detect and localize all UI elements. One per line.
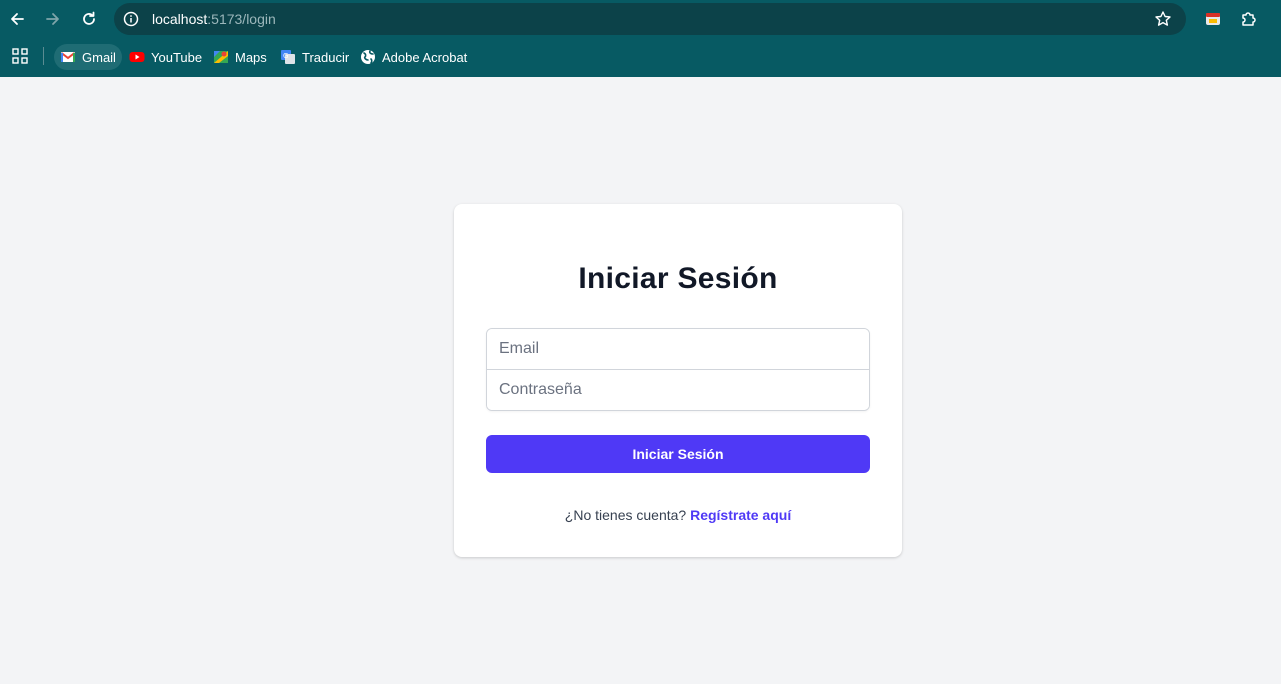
bookmark-star-icon[interactable] xyxy=(1154,10,1172,28)
address-bar[interactable]: localhost:5173/login xyxy=(114,3,1186,35)
url-text[interactable]: localhost:5173/login xyxy=(152,11,276,27)
svg-text:G: G xyxy=(283,52,288,60)
arrow-right-icon xyxy=(46,13,59,25)
register-link[interactable]: Regístrate aquí xyxy=(690,507,791,523)
bookmark-label: Gmail xyxy=(82,49,116,65)
bookmark-youtube[interactable]: YouTube xyxy=(123,44,208,70)
bookmarks-divider xyxy=(43,47,44,65)
translate-icon: G xyxy=(281,50,295,64)
url-host: localhost xyxy=(152,11,208,27)
youtube-icon xyxy=(129,52,145,62)
puzzle-icon xyxy=(1242,12,1256,26)
no-account-text: ¿No tienes cuenta? xyxy=(564,507,687,523)
globe-icon xyxy=(361,50,375,64)
login-card: Iniciar Sesión Iniciar Sesión ¿No tienes… xyxy=(454,204,902,557)
back-button[interactable] xyxy=(3,5,31,33)
bookmarks-bar: Gmail YouTube Maps G Traducir Adobe Acro… xyxy=(0,40,1281,72)
extension-app-icon xyxy=(1206,13,1220,25)
login-form-fields xyxy=(486,328,870,411)
bookmark-label: Traducir xyxy=(302,49,350,65)
bookmark-adobe-acrobat[interactable]: Adobe Acrobat xyxy=(354,44,473,70)
url-path: :5173/login xyxy=(207,11,276,27)
arrow-left-icon xyxy=(11,13,24,25)
browser-toolbar: localhost:5173/login xyxy=(0,0,1281,38)
site-info-icon[interactable] xyxy=(122,10,140,28)
forward-button[interactable] xyxy=(39,5,67,33)
reload-icon xyxy=(83,11,95,25)
password-field[interactable] xyxy=(487,369,869,410)
apps-grid-icon[interactable] xyxy=(11,47,29,65)
gmail-icon xyxy=(60,52,76,62)
email-field[interactable] xyxy=(487,329,869,370)
maps-icon xyxy=(214,51,228,63)
page-title: Iniciar Sesión xyxy=(578,262,778,295)
bookmark-maps[interactable]: Maps xyxy=(207,44,273,70)
extension-button[interactable] xyxy=(1199,5,1227,33)
bookmark-label: YouTube xyxy=(151,49,203,65)
bookmark-traducir[interactable]: G Traducir xyxy=(274,44,355,70)
extensions-menu-button[interactable] xyxy=(1235,5,1263,33)
bookmark-label: Maps xyxy=(235,49,267,65)
reload-button[interactable] xyxy=(75,5,103,33)
bookmark-gmail[interactable]: Gmail xyxy=(54,44,122,70)
bookmark-label: Adobe Acrobat xyxy=(382,49,468,65)
login-submit-button[interactable]: Iniciar Sesión xyxy=(486,435,870,473)
register-prompt: ¿No tienes cuenta? Regístrate aquí xyxy=(454,507,902,523)
browser-chrome: localhost:5173/login Gmail YouTube Maps … xyxy=(0,0,1281,77)
